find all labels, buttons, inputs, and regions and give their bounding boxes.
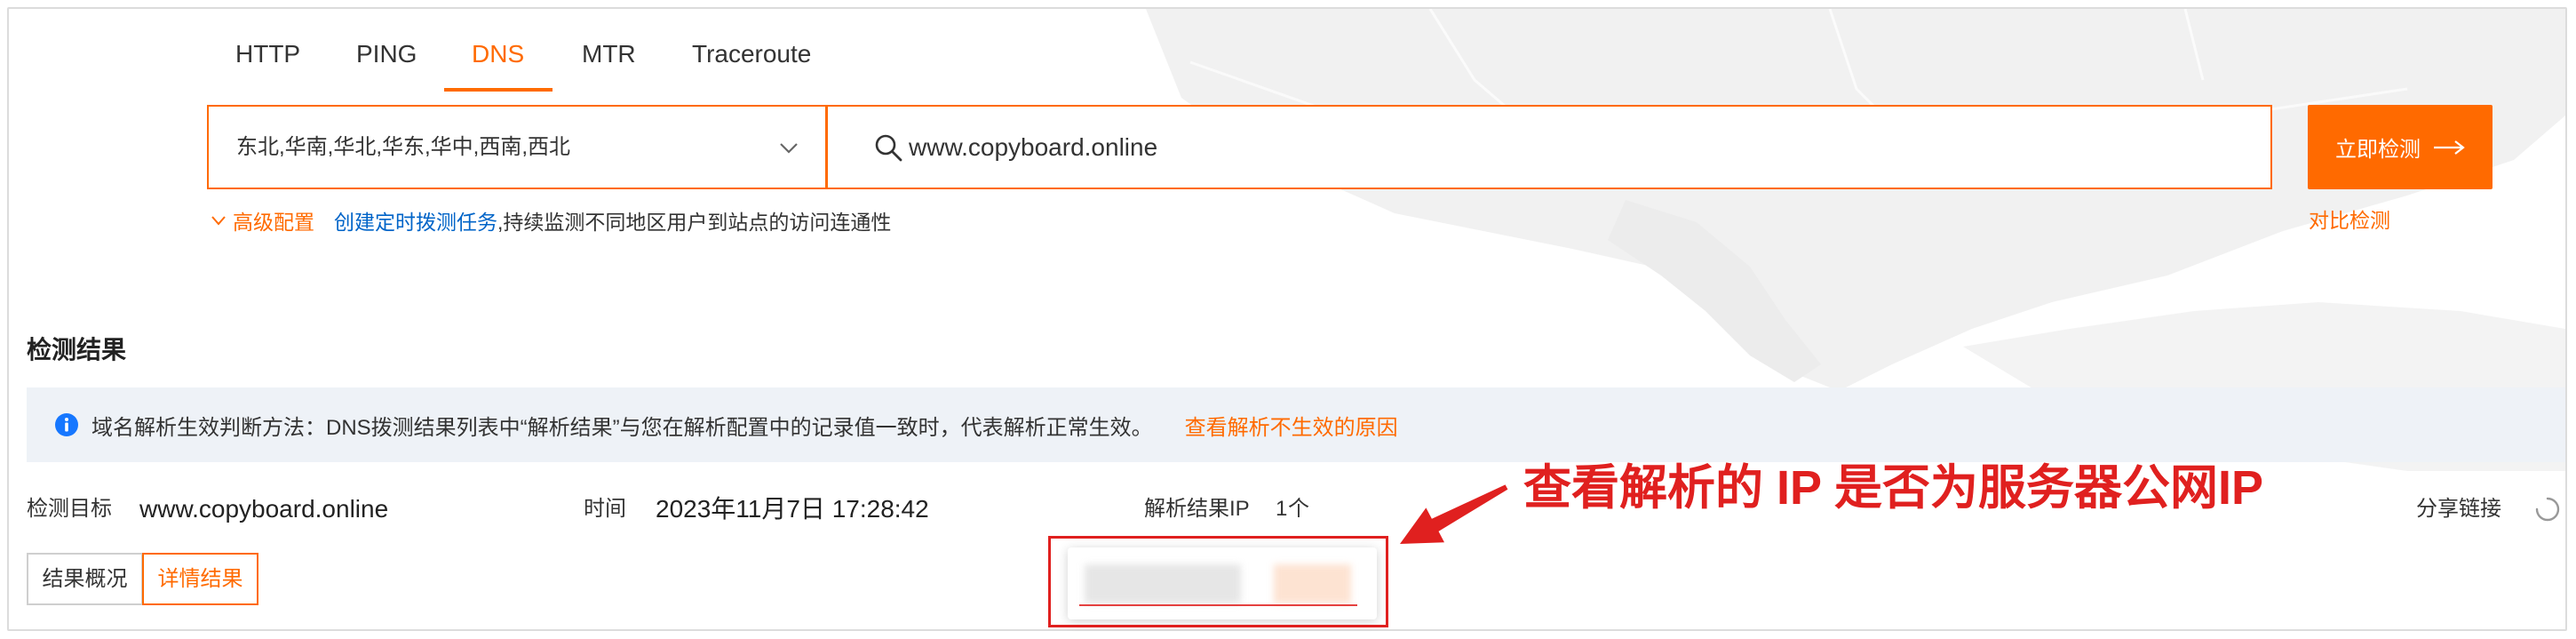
chevron-down-icon[interactable] — [210, 212, 227, 229]
chevron-down-icon — [780, 143, 798, 154]
active-tab-indicator — [444, 88, 553, 92]
annotation-text: 查看解析的 IP 是否为服务器公网IP — [1523, 461, 2264, 515]
arrow-right-icon — [2434, 140, 2465, 155]
create-task-description: ,持续监测不同地区用户到站点的访问连通性 — [497, 211, 892, 234]
resolution-failure-reason-link[interactable]: 查看解析不生效的原因 — [1185, 410, 1398, 441]
tab-ping[interactable]: PING — [356, 36, 417, 72]
info-text: 域名解析生效判断方法：DNS拨测结果列表中“解析结果”与您在解析配置中的记录值一… — [91, 415, 1153, 440]
advanced-config-toggle[interactable]: 高级配置 — [233, 205, 314, 236]
tab-mtr[interactable]: MTR — [582, 36, 636, 72]
info-icon — [55, 413, 78, 436]
start-check-label: 立即检测 — [2335, 138, 2421, 162]
tab-result-overview[interactable]: 结果概况 — [27, 553, 143, 605]
resolved-ip-unit: 个 — [1288, 497, 1309, 521]
share-link-button[interactable]: 分享链接 — [2416, 491, 2501, 527]
target-value: www.copyboard.online — [139, 495, 389, 523]
time-value: 2023年11月7日 17:28:42 — [656, 495, 929, 523]
create-scheduled-task-link[interactable]: 创建定时拨测任务 — [334, 205, 497, 236]
tab-traceroute[interactable]: Traceroute — [692, 36, 811, 72]
region-select[interactable]: 东北,华南,华北,华东,华中,西南,西北 — [207, 105, 827, 189]
results-title: 检测结果 — [27, 336, 127, 363]
target-input[interactable]: www.copyboard.online — [826, 105, 2272, 189]
search-icon — [875, 134, 902, 162]
target-label: 检测目标 — [27, 497, 112, 521]
compare-check-link[interactable]: 对比检测 — [2309, 206, 2390, 235]
options-row: 高级配置 创建定时拨测任务 ,持续监测不同地区用户到站点的访问连通性 — [210, 206, 891, 235]
resolved-ip-count[interactable]: 1 — [1276, 491, 1287, 527]
time-label: 时间 — [584, 497, 626, 521]
tab-dns[interactable]: DNS — [472, 36, 524, 72]
tab-result-details[interactable]: 详情结果 — [142, 553, 258, 605]
resolved-ip-label: 解析结果IP — [1144, 497, 1250, 521]
start-check-button[interactable]: 立即检测 — [2308, 105, 2493, 189]
target-input-value: www.copyboard.online — [909, 133, 1158, 161]
annotation-highlight-box — [1048, 536, 1388, 627]
loading-icon — [2535, 497, 2560, 522]
info-banner: 域名解析生效判断方法：DNS拨测结果列表中“解析结果”与您在解析配置中的记录值一… — [27, 387, 2565, 462]
tab-http[interactable]: HTTP — [235, 36, 300, 72]
region-select-value: 东北,华南,华北,华东,华中,西南,西北 — [236, 135, 571, 159]
